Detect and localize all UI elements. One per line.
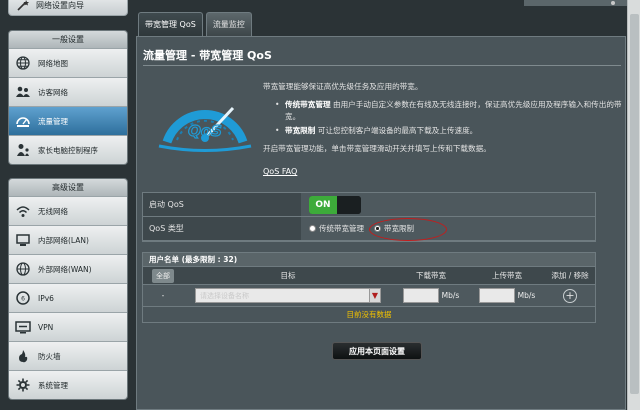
sidebar-item-label: 无线网络 — [38, 206, 68, 216]
apply-button[interactable]: 应用本页面设置 — [332, 342, 422, 360]
sidebar-item-label: 系统管理 — [38, 380, 68, 390]
toggle-on-label: ON — [309, 195, 337, 214]
unit-label: Mb/s — [441, 291, 460, 300]
sidebar-item-lan[interactable]: 内部网络(LAN) — [9, 225, 127, 254]
vertical-scrollbar[interactable] — [627, 0, 640, 410]
section-header: 高级设置 — [9, 179, 127, 196]
tab-bar: 带宽管理 QoS 流量监控 — [138, 12, 252, 36]
sidebar-item-wireless[interactable]: 无线网络 — [9, 196, 127, 225]
sidebar-item-label: 流量管理 — [38, 116, 68, 126]
sidebar-item-vpn[interactable]: VPN — [9, 312, 127, 341]
sidebar-item-network-map[interactable]: 网络地图 — [9, 48, 127, 77]
wan-globe-icon — [15, 261, 31, 277]
divider — [143, 65, 621, 66]
wifi-icon — [15, 203, 31, 219]
tab-traffic-monitor[interactable]: 流量监控 — [205, 12, 252, 36]
upload-bandwidth-input[interactable] — [478, 288, 515, 303]
sidebar-item-firewall[interactable]: 防火墙 — [9, 341, 127, 370]
traffic-gauge-icon — [15, 113, 31, 129]
guest-network-icon — [15, 84, 31, 100]
content-panel: 流量管理 - 带宽管理 QoS QoS 带宽管理能够保证高优先级任务及应用的带宽… — [136, 36, 626, 410]
sidebar-item-label: 家长电脑控制程序 — [38, 145, 98, 155]
qos-settings-table: 启动 QoS ON QoS 类型 传统带宽管理 带宽限制 — [142, 192, 596, 242]
vpn-icon — [15, 319, 31, 335]
sidebar-item-parental-control[interactable]: 家长电脑控制程序 — [9, 135, 127, 164]
sidebar-item-quick-setup[interactable]: 网络设置向导 — [8, 0, 128, 16]
advanced-settings-section: 高级设置 无线网络 内部网络(LAN) 外部网络(WAN) 6 IPv6 VPN… — [8, 178, 128, 400]
add-rule-icon[interactable]: + — [563, 288, 577, 303]
dropdown-arrow-icon[interactable]: ▼ — [369, 289, 380, 302]
main-content: 带宽管理 QoS 流量监控 流量管理 - 带宽管理 QoS QoS 带宽管理能够… — [136, 0, 626, 410]
user-input-row: - 请选择设备名称 ▼ Mb/s Mb/s + — [142, 285, 596, 307]
col-upload: 上传带宽 — [492, 271, 522, 280]
user-list-title: 用户名单 (最多限制 : 32) — [142, 252, 596, 267]
col-target: 目标 — [280, 271, 296, 280]
enable-qos-label: 启动 QoS — [143, 193, 301, 216]
svg-text:6: 6 — [21, 296, 25, 303]
instruction-text: 开启带宽管理功能，单击带宽管理滑动开关并填写上传和下载数据。 — [263, 144, 491, 153]
general-settings-section: 一般设置 网络地图 访客网络 流量管理 家长电脑控制程序 — [8, 30, 128, 165]
qos-faq-link[interactable]: QoS FAQ — [263, 167, 297, 176]
sidebar-item-ipv6[interactable]: 6 IPv6 — [9, 283, 127, 312]
lan-icon — [15, 232, 31, 248]
qos-gauge-icon: QoS — [155, 80, 255, 160]
sidebar-item-label: 访客网络 — [38, 87, 68, 97]
sidebar-item-label: 内部网络(LAN) — [38, 235, 89, 245]
sidebar-item-label: IPv6 — [38, 293, 54, 303]
sidebar-item-label: 防火墙 — [38, 351, 61, 361]
sidebar-item-wan[interactable]: 外部网络(WAN) — [9, 254, 127, 283]
enable-qos-row: 启动 QoS ON — [143, 193, 595, 217]
sidebar: 网络设置向导 一般设置 网络地图 访客网络 流量管理 家长电脑控制程序 高级设置… — [0, 0, 130, 410]
qos-type-label: QoS 类型 — [143, 217, 301, 240]
tab-qos[interactable]: 带宽管理 QoS — [138, 12, 203, 36]
unit-label: Mb/s — [517, 291, 536, 300]
select-all-button[interactable]: 全部 — [152, 268, 174, 283]
select-placeholder: 请选择设备名称 — [200, 292, 249, 300]
sidebar-item-traffic-manager[interactable]: 流量管理 — [9, 106, 127, 135]
user-list-header: 全部 目标 下载带宽 上传带宽 添加 / 移除 — [142, 267, 596, 285]
gauge-label: QoS — [188, 122, 222, 140]
sidebar-item-guest-network[interactable]: 访客网络 — [9, 77, 127, 106]
enable-qos-toggle[interactable]: ON — [309, 195, 361, 214]
globe-icon — [15, 55, 31, 71]
sidebar-item-label: 网络地图 — [38, 58, 68, 68]
user-list-table: 用户名单 (最多限制 : 32) 全部 目标 下载带宽 上传带宽 添加 / 移除… — [142, 252, 596, 323]
top-status-strip — [524, 0, 627, 6]
system-admin-icon — [15, 377, 31, 393]
sidebar-item-label: 网络设置向导 — [36, 0, 84, 10]
download-bandwidth-input[interactable] — [402, 288, 439, 303]
firewall-icon — [15, 348, 31, 364]
section-header: 一般设置 — [9, 31, 127, 48]
bullet-bandwidth-limiter: 带宽限制 可让您控制客户端设备的最高下载及上传速度。 — [275, 125, 623, 137]
radio-traditional-qos[interactable]: 传统带宽管理 — [309, 223, 364, 234]
target-device-select[interactable]: 请选择设备名称 ▼ — [195, 288, 381, 303]
wizard-icon — [15, 0, 31, 13]
bullet-traditional-qos: 传统带宽管理 由用户手动自定义参数在有线及无线连接时，保证高优先级应用及程序输入… — [275, 99, 623, 123]
intro-text: 带宽管理能够保证高优先级任务及应用的带宽。 — [263, 82, 423, 91]
ipv6-icon: 6 — [15, 290, 31, 306]
empty-message: 目前没有数据 — [142, 307, 596, 323]
page-title: 流量管理 - 带宽管理 QoS — [143, 49, 272, 62]
sidebar-item-label: VPN — [38, 322, 54, 332]
scrollbar-thumb[interactable] — [630, 14, 639, 394]
sidebar-item-administration[interactable]: 系统管理 — [9, 370, 127, 399]
radio-button[interactable] — [309, 225, 316, 232]
col-add-remove: 添加 / 移除 — [551, 271, 589, 280]
parental-control-icon — [15, 142, 31, 158]
row-dash: - — [161, 291, 165, 300]
col-download: 下载带宽 — [416, 271, 446, 280]
col-select: 全部 — [143, 267, 183, 284]
qos-description: 带宽管理能够保证高优先级任务及应用的带宽。 传统带宽管理 由用户手动自定义参数在… — [263, 81, 623, 155]
sidebar-item-label: 外部网络(WAN) — [38, 264, 92, 274]
highlight-annotation — [369, 218, 447, 241]
